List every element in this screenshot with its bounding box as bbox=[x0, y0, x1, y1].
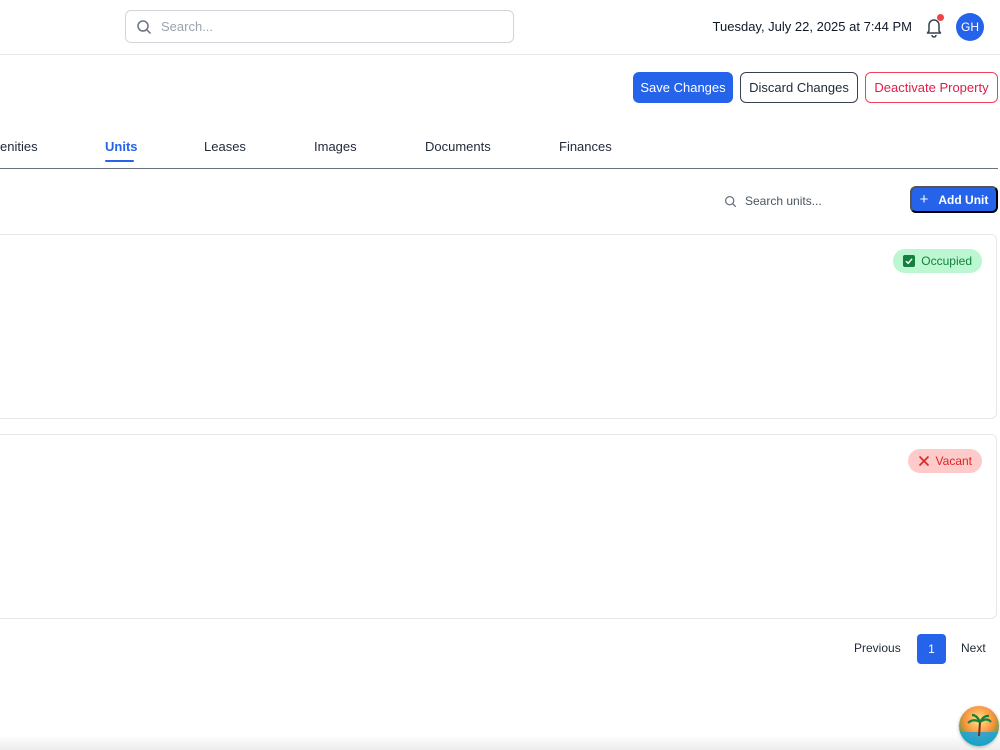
property-tabs: enities Units Leases Images Documents Fi… bbox=[0, 128, 998, 169]
tab-images[interactable]: Images bbox=[314, 139, 357, 154]
unit-card[interactable]: Occupied bbox=[0, 234, 997, 419]
tab-leases[interactable]: Leases bbox=[204, 139, 246, 154]
top-bar: Tuesday, July 22, 2025 at 7:44 PM GH bbox=[0, 0, 1000, 55]
pagination-page-1[interactable]: 1 bbox=[917, 634, 946, 664]
status-badge-occupied: Occupied bbox=[893, 249, 982, 273]
units-search[interactable] bbox=[724, 192, 884, 210]
tab-amenities[interactable]: enities bbox=[0, 139, 38, 154]
tab-units[interactable]: Units bbox=[105, 139, 138, 154]
property-units-page: Tuesday, July 22, 2025 at 7:44 PM GH Sav… bbox=[0, 0, 1000, 750]
bottom-fade bbox=[0, 735, 1000, 750]
global-search-input[interactable] bbox=[161, 19, 501, 34]
tab-documents[interactable]: Documents bbox=[425, 139, 491, 154]
search-icon bbox=[137, 19, 152, 34]
save-changes-button[interactable]: Save Changes bbox=[633, 72, 733, 103]
global-search[interactable] bbox=[125, 10, 514, 43]
add-unit-label: Add Unit bbox=[938, 192, 989, 207]
pagination-next[interactable]: Next bbox=[961, 641, 986, 655]
notification-dot bbox=[937, 14, 944, 21]
palm-tree-icon bbox=[959, 713, 999, 746]
discard-changes-button[interactable]: Discard Changes bbox=[740, 72, 858, 103]
units-search-input[interactable] bbox=[745, 194, 875, 208]
floating-assistant-icon[interactable] bbox=[959, 706, 999, 746]
status-label: Vacant bbox=[935, 454, 972, 468]
add-unit-button[interactable]: + Add Unit bbox=[910, 186, 998, 213]
deactivate-property-button[interactable]: Deactivate Property bbox=[865, 72, 998, 103]
user-avatar[interactable]: GH bbox=[956, 13, 984, 41]
status-label: Occupied bbox=[921, 254, 972, 268]
x-icon bbox=[918, 455, 930, 467]
search-icon bbox=[724, 195, 737, 207]
unit-card[interactable]: Vacant bbox=[0, 434, 997, 619]
current-datetime: Tuesday, July 22, 2025 at 7:44 PM bbox=[712, 19, 912, 34]
status-badge-vacant: Vacant bbox=[907, 449, 982, 473]
check-square-icon bbox=[903, 255, 916, 267]
pagination-previous[interactable]: Previous bbox=[854, 641, 901, 655]
active-tab-indicator bbox=[105, 160, 134, 162]
plus-icon: + bbox=[919, 191, 929, 208]
tab-finances[interactable]: Finances bbox=[559, 139, 612, 154]
